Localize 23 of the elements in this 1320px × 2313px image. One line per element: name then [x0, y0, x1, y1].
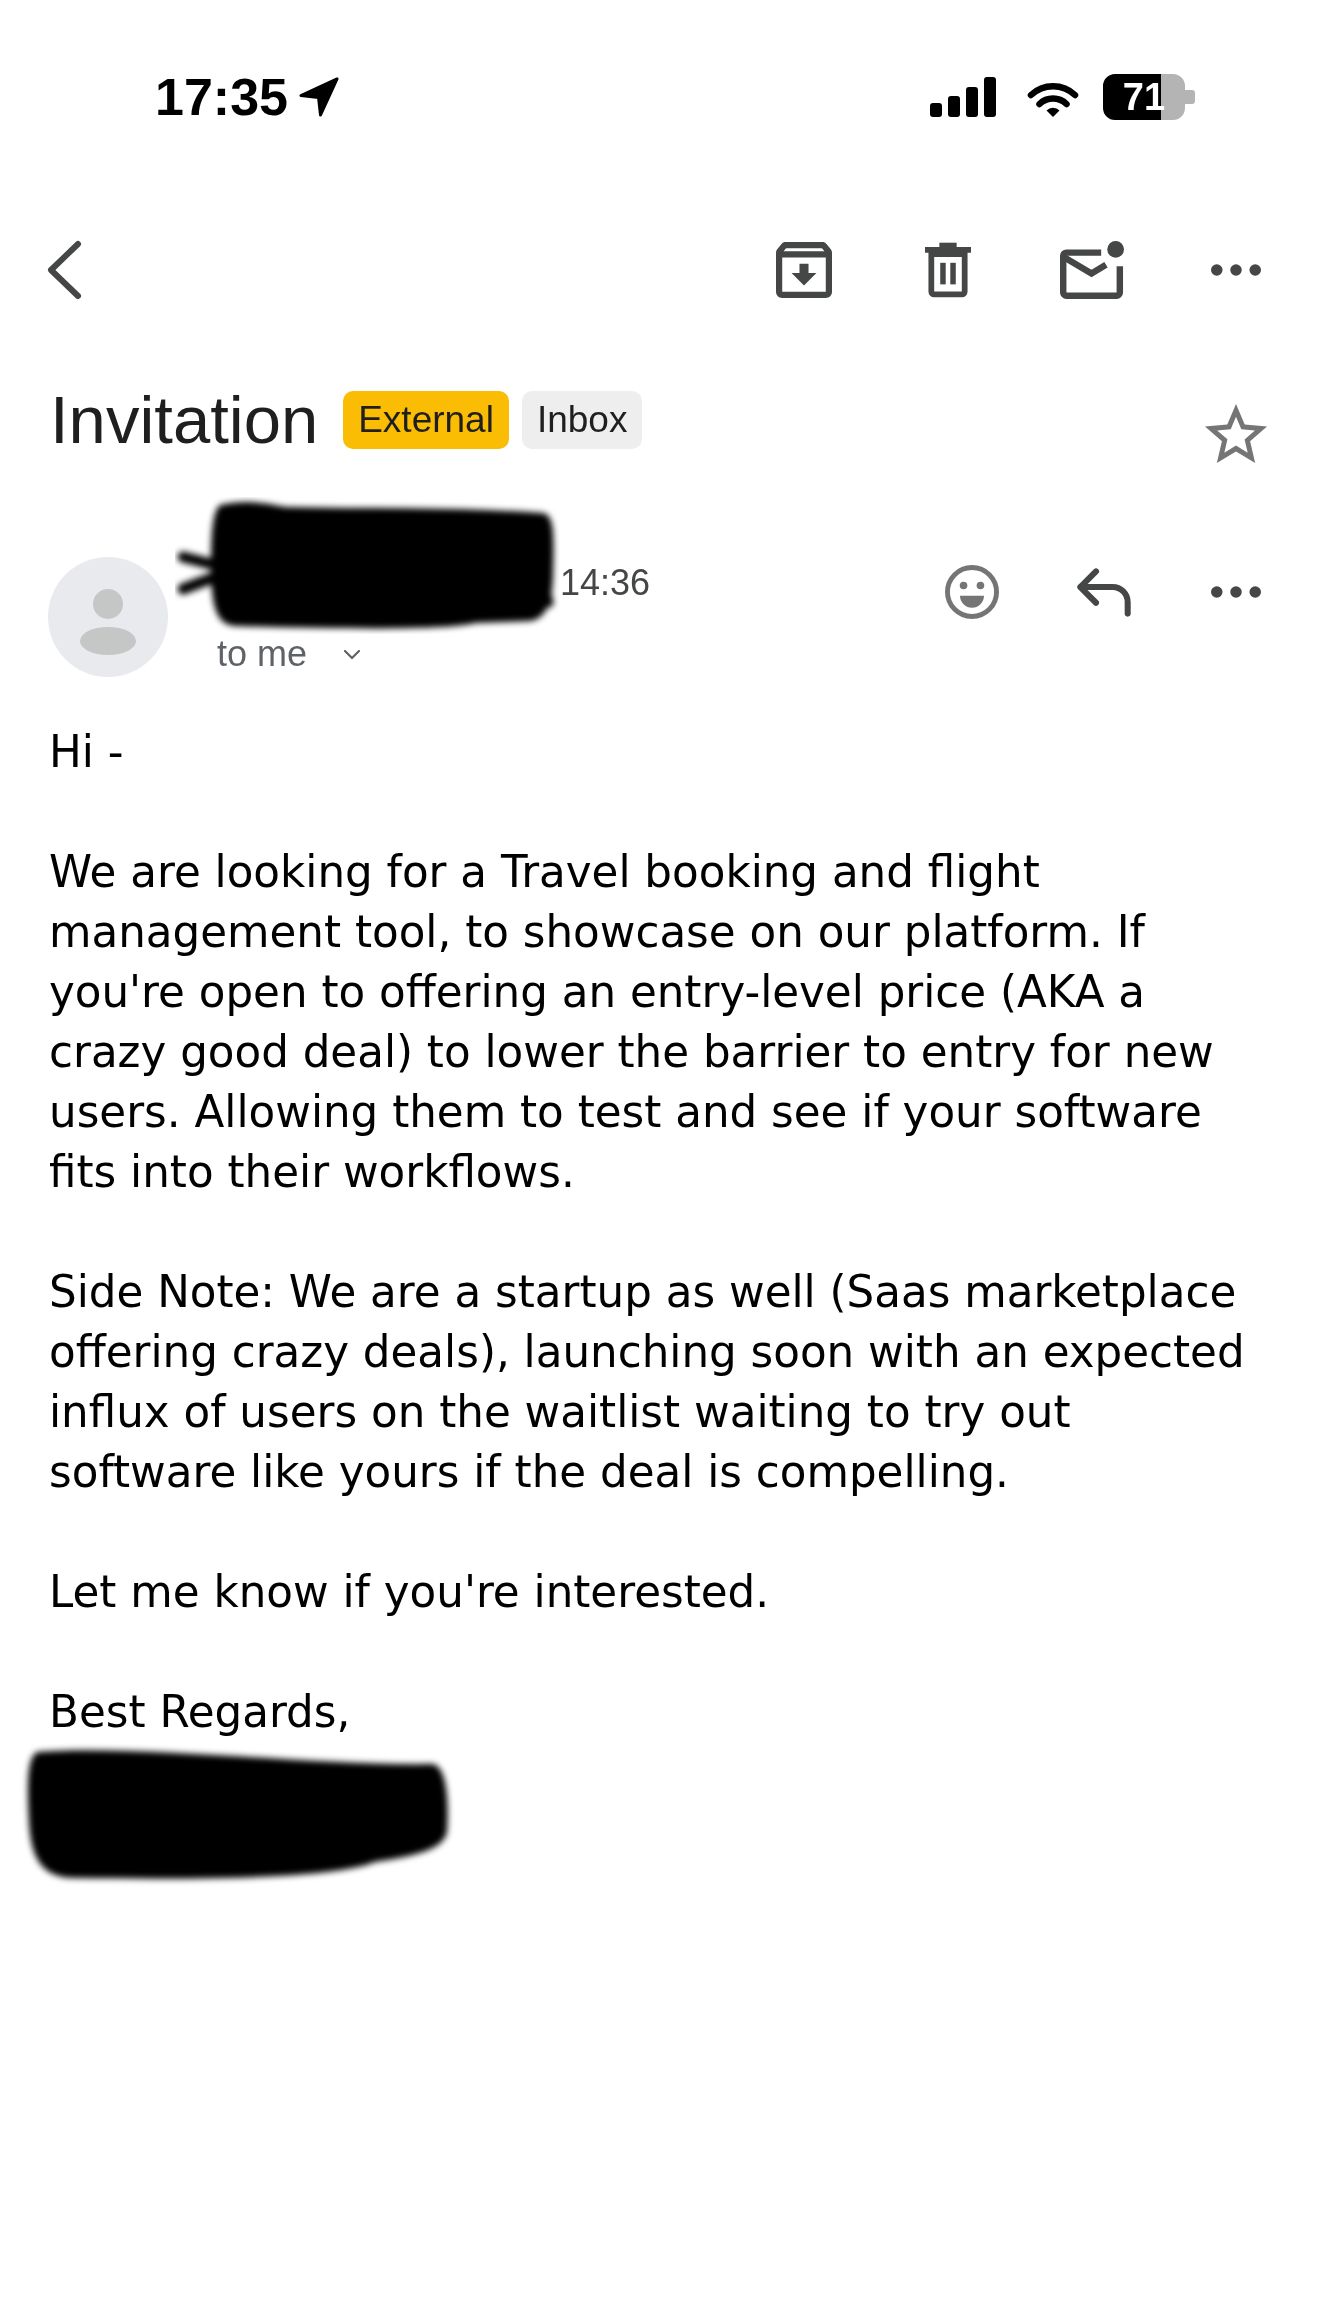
reply-arrow-icon	[1077, 567, 1131, 617]
more-dots-icon	[1211, 586, 1261, 598]
recipient-text: to me	[217, 634, 308, 674]
body-paragraph: Side Note: We are a startup as well (Saas marketplace offering crazy deals), launching soon with an expected influx of users on the waitlist waiting to try out software like yours if the deal is compelling.	[49, 1266, 1246, 1499]
chevron-down-icon	[343, 648, 362, 660]
body-paragraph: Best Regards,	[49, 1686, 352, 1739]
more-dots-icon	[1211, 264, 1261, 276]
body-paragraph: Hi -	[49, 726, 125, 779]
label-tag: Inbox	[521, 391, 643, 449]
label-tag: External	[343, 391, 509, 449]
avatar-icon	[48, 557, 168, 677]
back-chevron-icon	[45, 240, 83, 300]
archive-icon	[776, 242, 832, 298]
body-paragraph: Let me know if you're interested.	[49, 1566, 771, 1619]
body-paragraph: We are looking for a Travel booking and flight management tool, to showcase on our platform. If you're open to offering an entry-level price (AKA a crazy good deal) to lower the barrier to entry for new users. Allowing them to test and see if your software fits into their workflows.	[49, 846, 1215, 1199]
location-arrow-icon	[298, 76, 340, 118]
smiley-icon	[945, 565, 999, 619]
message-time: 14:36	[560, 563, 651, 603]
email-subject: Invitation	[50, 381, 319, 459]
status-time: 17:35	[155, 67, 288, 127]
mail-dot-icon	[1060, 241, 1124, 299]
signal-bars-icon	[930, 77, 996, 117]
trash-icon	[925, 242, 971, 298]
